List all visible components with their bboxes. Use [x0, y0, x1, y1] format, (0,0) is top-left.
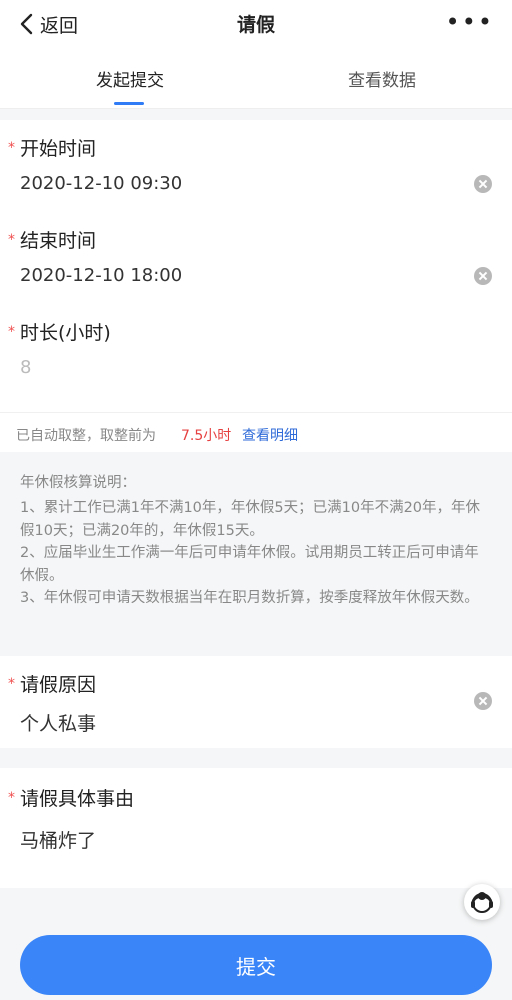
detail-section: * 请假具体事由 马桶炸了: [0, 768, 512, 918]
start-time-label: 开始时间: [20, 138, 97, 160]
clear-icon[interactable]: [474, 692, 492, 710]
required-mark: *: [8, 790, 15, 806]
required-mark: *: [8, 232, 15, 248]
end-time-field[interactable]: * 结束时间 2020-12-10 18:00: [0, 212, 512, 304]
note-line: 3、年休假可申请天数根据当年在职月数折算，按季度释放年休假天数。: [20, 590, 479, 606]
submit-button[interactable]: 提交: [20, 935, 492, 995]
note-line: 2、应届毕业生工作满一年后可申请年休假。试用期员工转正后可申请年休假。: [20, 545, 479, 584]
end-time-label: 结束时间: [20, 230, 97, 252]
clear-icon[interactable]: [474, 175, 492, 193]
detail-textarea[interactable]: 马桶炸了: [20, 826, 96, 853]
tab-bar: 发起提交 查看数据: [0, 48, 512, 109]
end-time-value[interactable]: 2020-12-10 18:00: [20, 265, 182, 286]
clear-icon[interactable]: [474, 267, 492, 285]
annual-leave-note: 年休假核算说明： 1、累计工作已满1年不满10年，年休假5天；已满10年不满20…: [0, 452, 512, 656]
reason-value[interactable]: 个人私事: [20, 709, 96, 736]
start-time-value[interactable]: 2020-12-10 09:30: [20, 173, 182, 194]
duration-label: 时长(小时): [20, 322, 111, 344]
duration-field: * 时长(小时) 8: [0, 304, 512, 396]
note-line: 1、累计工作已满1年不满10年，年休假5天；已满10年不满20年，年休假10天；…: [20, 500, 481, 539]
rounding-tip-text: 已自动取整，取整前为: [16, 428, 156, 444]
required-mark: *: [8, 324, 15, 340]
page-title: 请假: [236, 14, 275, 36]
required-mark: *: [8, 676, 15, 692]
duration-value: 8: [20, 357, 32, 378]
tab-submit[interactable]: 发起提交: [50, 66, 210, 91]
rounding-tip: 已自动取整，取整前为 7.5小时 查看明细: [0, 412, 512, 453]
top-nav-bar: 返回 请假 •••: [0, 0, 512, 48]
active-tab-indicator: [114, 102, 144, 105]
tab-view-data[interactable]: 查看数据: [302, 66, 462, 91]
customer-service-button[interactable]: [464, 884, 500, 920]
note-title: 年休假核算说明：: [20, 475, 136, 491]
reason-field[interactable]: * 请假原因 个人私事: [0, 656, 512, 748]
start-time-field[interactable]: * 开始时间 2020-12-10 09:30: [0, 120, 512, 212]
required-mark: *: [8, 140, 15, 156]
view-detail-link[interactable]: 查看明细: [242, 425, 298, 445]
reason-label: 请假原因: [20, 674, 97, 696]
time-form: * 开始时间 2020-12-10 09:30 * 结束时间 2020-12-1…: [0, 120, 512, 412]
more-options-icon[interactable]: •••: [446, 10, 494, 34]
rounding-tip-hours: 7.5小时: [181, 428, 232, 444]
detail-label: 请假具体事由: [20, 788, 135, 810]
detail-field[interactable]: * 请假具体事由 马桶炸了: [0, 768, 512, 888]
headset-icon: [471, 892, 493, 913]
